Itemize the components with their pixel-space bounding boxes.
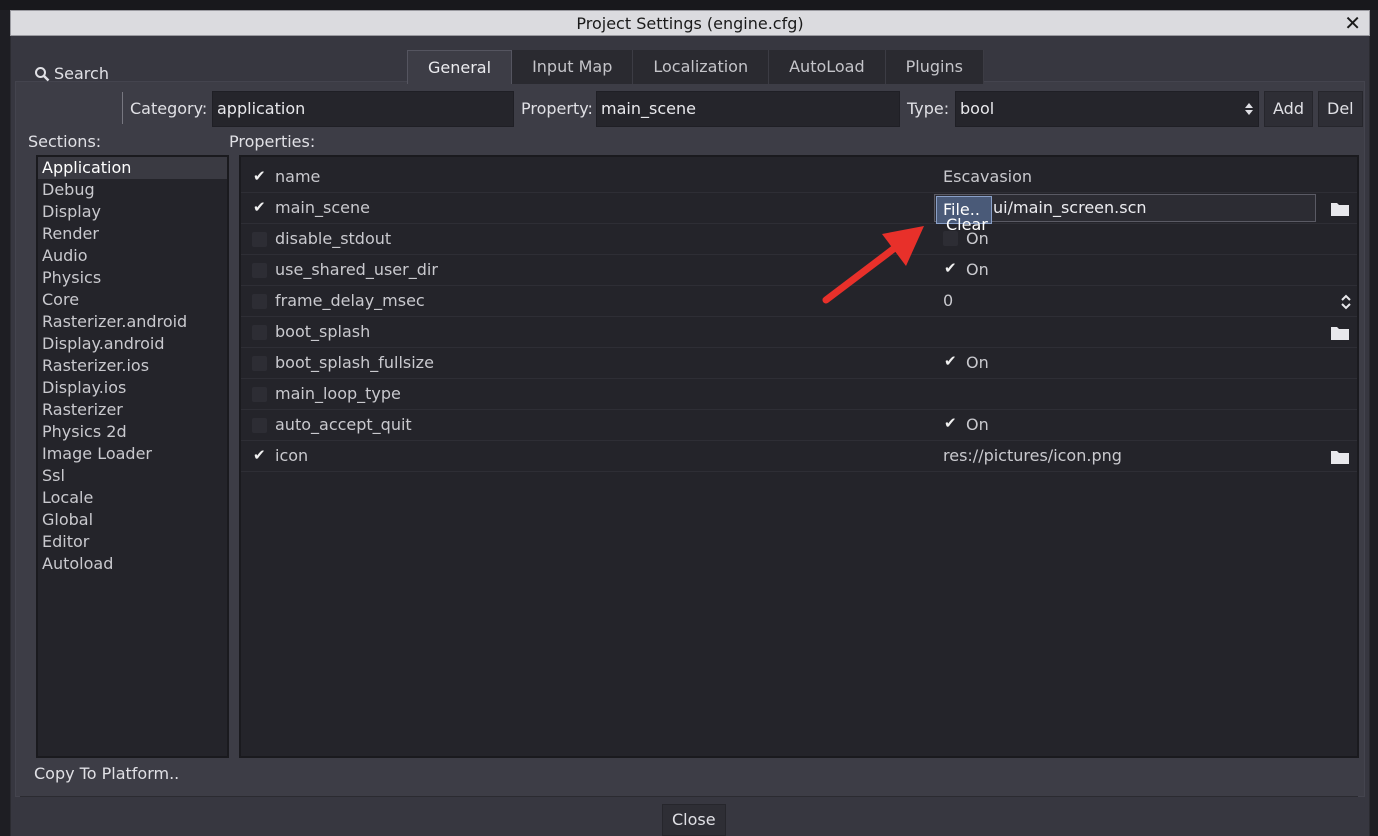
property-enable-checkbox[interactable] [252,446,267,464]
section-item[interactable]: Locale [38,487,227,509]
value-checkbox[interactable] [943,259,958,277]
section-item[interactable]: Rasterizer [38,399,227,421]
search-label: Search [54,64,109,83]
property-name: main_loop_type [275,384,401,403]
property-enable-checkbox[interactable] [252,294,267,309]
close-button[interactable]: Close [662,804,726,836]
property-value[interactable]: Escavasion [943,167,1032,186]
sections-header: Sections: [28,132,102,151]
property-row-name: name Escavasion [241,162,1357,193]
property-row-disable-stdout: disable_stdout On [241,224,1357,255]
property-label: Property: [521,99,593,118]
property-enable-checkbox[interactable] [252,387,267,402]
property-name: disable_stdout [275,229,392,248]
section-item[interactable]: Ssl [38,465,227,487]
toolbar-separator [122,92,123,124]
sections-list[interactable]: Application Debug Display Render Audio P… [36,155,229,758]
folder-icon[interactable] [1331,202,1349,216]
properties-header: Properties: [229,132,316,151]
type-label: Type: [907,99,950,118]
add-button[interactable]: Add [1264,91,1313,127]
section-item[interactable]: Display.ios [38,377,227,399]
property-value-text: On [966,353,989,372]
property-name: name [275,167,321,186]
property-value[interactable]: 0 [943,291,953,310]
section-item[interactable]: Rasterizer.ios [38,355,227,377]
property-enable-checkbox[interactable] [252,356,267,371]
section-item[interactable]: Image Loader [38,443,227,465]
property-value[interactable]: On [943,414,989,434]
section-item[interactable]: Audio [38,245,227,267]
value-checkbox[interactable] [943,414,958,432]
properties-list: name Escavasion main_scene disable_stdou… [239,155,1359,758]
section-item[interactable]: Application [38,157,227,179]
property-row-auto-accept-quit: auto_accept_quit On [241,410,1357,441]
section-item[interactable]: Display.android [38,333,227,355]
section-item[interactable]: Editor [38,531,227,553]
property-enable-checkbox[interactable] [252,232,267,247]
property-name: main_scene [275,198,370,217]
annotation-arrow-shaft [822,240,904,304]
search-button[interactable]: Search [34,59,109,89]
property-value-text: Escavasion [943,167,1033,186]
property-row-icon: icon res://pictures/icon.png [241,441,1357,472]
window-title: Project Settings (engine.cfg) [576,14,804,33]
section-item[interactable]: Core [38,289,227,311]
value-checkbox[interactable] [943,352,958,370]
property-value[interactable]: On [943,352,989,372]
property-name: frame_delay_msec [275,291,425,310]
section-item[interactable]: Rasterizer.android [38,311,227,333]
property-row-boot-splash: boot_splash [241,317,1357,348]
property-value-text: 0 [943,291,954,310]
type-select-value: bool [960,99,995,118]
folder-icon[interactable] [1331,326,1349,340]
property-row-frame-delay-msec: frame_delay_msec 0 [241,286,1357,317]
property-value[interactable]: res://pictures/icon.png [943,446,1122,465]
folder-icon[interactable] [1331,450,1349,464]
property-name: auto_accept_quit [275,415,412,434]
section-item[interactable]: Autoload [38,553,227,575]
property-name: icon [275,446,309,465]
property-input[interactable]: main_scene [596,91,900,127]
property-value-text: res://pictures/icon.png [943,446,1122,465]
property-enable-checkbox[interactable] [252,167,267,185]
section-item[interactable]: Global [38,509,227,531]
category-input[interactable]: application [212,91,514,127]
property-enable-checkbox[interactable] [252,418,267,433]
main-scene-path-text: ui/main_screen.scn [993,198,1147,217]
desktop-top-strip [0,0,1378,10]
property-name: boot_splash [275,322,371,341]
settings-toolbar: Search [14,56,1354,92]
property-enable-checkbox[interactable] [252,263,267,278]
property-enable-checkbox[interactable] [252,198,267,216]
clear-menu-item[interactable]: Clear [946,215,988,234]
property-value[interactable]: On [943,259,989,279]
annotation-arrow-icon [822,226,924,304]
section-item[interactable]: Render [38,223,227,245]
section-item[interactable]: Physics 2d [38,421,227,443]
del-button[interactable]: Del [1318,91,1363,127]
property-row-use-shared-user-dir: use_shared_user_dir On [241,255,1357,286]
footer-divider [20,796,1358,797]
property-value-text: On [966,415,989,434]
window-close-icon[interactable]: ✕ [1344,11,1361,35]
copy-to-platform-button[interactable]: Copy To Platform.. [34,764,179,783]
updown-icon[interactable] [1340,294,1352,310]
property-row-main-loop-type: main_loop_type [241,379,1357,410]
window-titlebar[interactable]: Project Settings (engine.cfg) ✕ [10,10,1370,36]
property-name: boot_splash_fullsize [275,353,434,372]
property-enable-checkbox[interactable] [252,325,267,340]
category-label: Category: [130,99,208,118]
section-item[interactable]: Display [38,201,227,223]
type-select[interactable]: bool [955,91,1259,127]
property-row-boot-splash-fullsize: boot_splash_fullsize On [241,348,1357,379]
property-name: use_shared_user_dir [275,260,438,279]
section-item[interactable]: Debug [38,179,227,201]
section-item[interactable]: Physics [38,267,227,289]
search-icon [35,67,50,82]
property-value-text: On [966,260,989,279]
annotation-arrow-head [882,226,924,266]
updown-icon [1245,103,1253,115]
